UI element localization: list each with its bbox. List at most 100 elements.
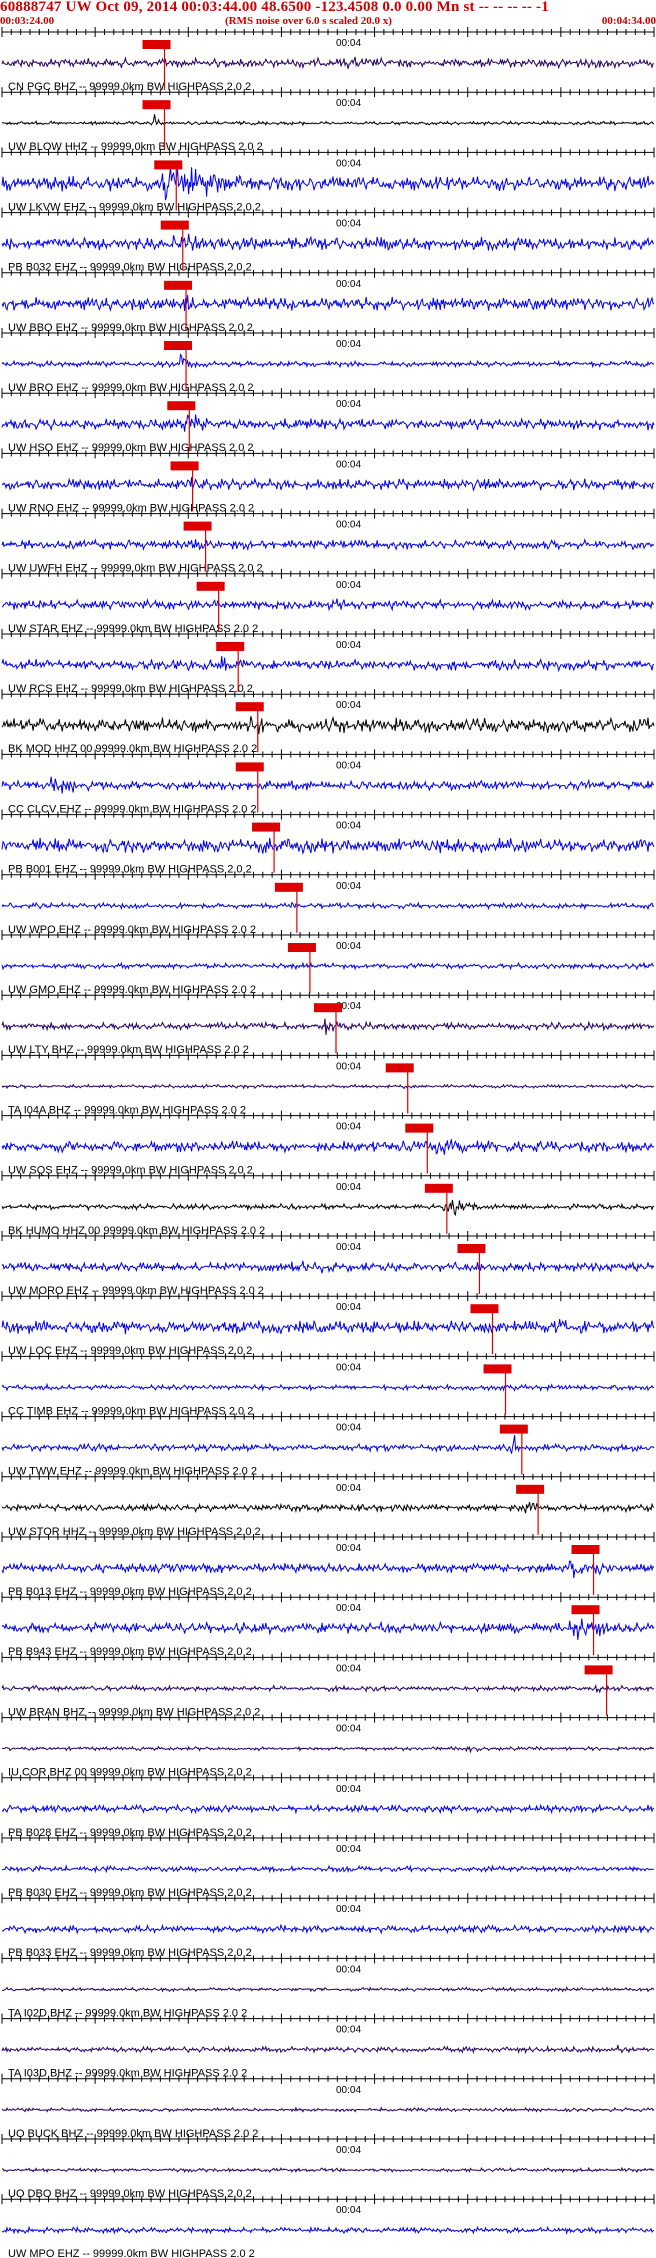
- trace-row: 00:04UW HSO EHZ -- 99999.0km BW HIGHPASS…: [1, 388, 655, 454]
- trace-row: 00:04 IU COR BHZ 00 99999.0km BW HIGHPASS…: [1, 1712, 655, 1779]
- waveform: [1, 233, 655, 252]
- trace-row: 00:04CC CLCV EHZ -- 99999.0km BW HIGHPAS…: [1, 749, 655, 815]
- minute-label: 00:04: [336, 1182, 361, 1193]
- minute-label: 00:04: [336, 1724, 361, 1735]
- waveform: [1, 1501, 655, 1514]
- waveform: [1, 1923, 655, 1935]
- station-label: UW STAR EHZ -- 99999.0km BW HIGHPASS 2.0…: [8, 623, 258, 635]
- minute-label: 00:04: [336, 1543, 361, 1554]
- waveform: [1, 114, 655, 127]
- pick-flag: [584, 1665, 613, 1675]
- minute-label: 00:04: [336, 158, 361, 169]
- waveform: [1, 1618, 655, 1640]
- waveform: [1, 776, 654, 794]
- pick-flag: [235, 762, 264, 772]
- station-label: UW LTY BHZ -- 99999.0km BW HIGHPASS 2.0 …: [8, 1044, 249, 1056]
- station-label: PB B013 EHZ -- 99999.0km BW HIGHPASS 2.0…: [8, 1586, 252, 1598]
- minute-label: 00:04: [336, 2085, 361, 2096]
- station-label: TA I03D BHZ -- 99999.0km BW HIGHPASS 2.0…: [8, 2068, 247, 2080]
- trace-row: 00:04UW WPO EHZ -- 99999.0km BW HIGHPASS…: [1, 869, 655, 936]
- trace-row: 00:04UW LTY BHZ -- 99999.0km BW HIGHPASS…: [1, 990, 655, 1056]
- pick-flag: [167, 401, 196, 411]
- trace-row: 00:04CC TIMB EHZ -- 99999.0km BW HIGHPAS…: [1, 1351, 655, 1417]
- trace-row: 00:04UW MORO EHZ -- 99999.0km BW HIGHPAS…: [1, 1231, 655, 1297]
- pick-flag: [142, 100, 171, 110]
- waveform: [1, 1260, 655, 1274]
- trace-row: 00:04 TA I02D BHZ -- 99999.0km BW HIGHPAS…: [1, 1953, 655, 2019]
- seismogram-panel: 00:04 CN PGC BHZ -- 99999.0km BW HIGHPASS…: [1, 27, 655, 2258]
- minute-label: 00:04: [336, 38, 361, 49]
- station-label: TA I04A BHZ -- 99999.0km BW HIGHPASS 2.0…: [8, 1104, 246, 1116]
- minute-label: 00:04: [336, 640, 361, 651]
- minute-label: 00:04: [336, 279, 361, 290]
- minute-label: 00:04: [336, 1242, 361, 1253]
- minute-label: 00:04: [336, 881, 361, 892]
- minute-label: 00:04: [336, 580, 361, 591]
- station-label: UO DBO BHZ -- 99999.0km BW HIGHPASS 2.0 …: [8, 2188, 252, 2200]
- station-label: PB B030 EHZ -- 99999.0km BW HIGHPASS 2.0…: [8, 1887, 252, 1899]
- trace-row: 00:04 PB B943 EHZ -- 99999.0km BW HIGHPAS…: [1, 1592, 655, 1658]
- minute-label: 00:04: [336, 700, 361, 711]
- minute-label: 00:04: [336, 2205, 361, 2216]
- waveform: [1, 1018, 655, 1035]
- waveform: [1, 2166, 655, 2174]
- minute-label: 00:04: [336, 399, 361, 410]
- pick-flag: [183, 521, 212, 531]
- minute-label: 00:04: [336, 1964, 361, 1975]
- waveform: [1, 837, 655, 856]
- station-label: PB B001 EHZ -- 99999.0km BW HIGHPASS 2.0…: [8, 864, 252, 876]
- minute-label: 00:04: [336, 459, 361, 470]
- waveform: [1, 2044, 655, 2055]
- minute-label: 00:04: [336, 1302, 361, 1313]
- trace-row: 00:04 UW RNO EHZ -- 99999.0km BW HIGHPASS…: [1, 448, 655, 514]
- waveform: [1, 655, 655, 673]
- station-label: IU COR BHZ 00 99999.0km BW HIGHPASS 2.0 …: [8, 1767, 252, 1779]
- waveform: [1, 901, 655, 911]
- trace-row: 00:04 UW LKVW EHZ -- 99999.0km BW HIGHPAS…: [1, 147, 655, 213]
- waveform: [1, 1560, 655, 1579]
- pick-flag: [287, 943, 316, 952]
- waveform: [1, 1864, 655, 1874]
- waveform: [1, 1382, 655, 1393]
- pick-flag: [470, 1304, 499, 1314]
- station-label: UW RNO EHZ -- 99999.0km BW HIGHPASS 2.0 …: [8, 502, 254, 514]
- waveform: [1, 538, 655, 552]
- trace-row: 00:04 UW BRAN BHZ -- 99999.0km BW HIGHPAS…: [1, 1652, 655, 1718]
- waveform: [1, 477, 655, 492]
- trace-row: 00:04 TA I04A BHZ -- 99999.0km BW HIGHPAS…: [1, 1050, 655, 1116]
- minute-label: 00:04: [336, 1663, 361, 1674]
- waveform: [1, 1803, 655, 1815]
- station-label: UW BRAN BHZ -- 99999.0km BW HIGHPASS 2.0…: [8, 1706, 260, 1718]
- pick-flag: [235, 702, 264, 712]
- waveform: [1, 56, 655, 70]
- minute-label: 00:04: [336, 520, 361, 531]
- minute-label: 00:04: [336, 1122, 361, 1133]
- pick-flag: [170, 461, 199, 471]
- minute-label: 00:04: [336, 2025, 361, 2036]
- pick-flag: [483, 1364, 512, 1374]
- trace-row: 00:04 CN PGC BHZ -- 99999.0km BW HIGHPASS…: [1, 27, 655, 93]
- station-label: UW MPO EHZ -- 99999.0km BW HIGHPASS 2.0 …: [8, 2248, 255, 2258]
- pick-flag: [385, 1063, 414, 1073]
- waveform: [1, 414, 655, 432]
- trace-row: 00:04 UW STOR HHZ -- 99999.0km BW HIGHPAS…: [1, 1471, 655, 1538]
- waveform: [1, 1199, 654, 1217]
- waveform: [1, 1986, 655, 1993]
- minute-label: 00:04: [336, 1423, 361, 1434]
- pick-flag: [424, 1183, 453, 1193]
- minute-label: 00:04: [336, 1603, 361, 1614]
- waveform: [1, 1684, 655, 1694]
- trace-row: 00:04 BK HUMO HHZ 00 99999.0km BW HIGHPAS…: [1, 1170, 655, 1237]
- pick-flag: [160, 220, 189, 230]
- station-label: UW LOC EHZ -- 99999.0km BW HIGHPASS 2.0 …: [8, 1345, 252, 1357]
- trace-row: 00:04UW BRO EHZ -- 99999.0km BW HIGHPASS…: [1, 328, 655, 394]
- station-label: BK HUMO HHZ 00 99999.0km BW HIGHPASS 2.0…: [8, 1225, 265, 1237]
- waveform: [1, 1435, 655, 1454]
- pick-flag: [571, 1545, 600, 1554]
- station-label: TA I02D BHZ -- 99999.0km BW HIGHPASS 2.0…: [8, 2007, 247, 2019]
- trace-row: 00:04UW GMO EHZ -- 99999.0km BW HIGHPASS…: [1, 930, 655, 996]
- minute-label: 00:04: [336, 821, 361, 832]
- pick-flag: [516, 1484, 545, 1494]
- waveform: [1, 2225, 655, 2235]
- pick-flag: [142, 40, 171, 49]
